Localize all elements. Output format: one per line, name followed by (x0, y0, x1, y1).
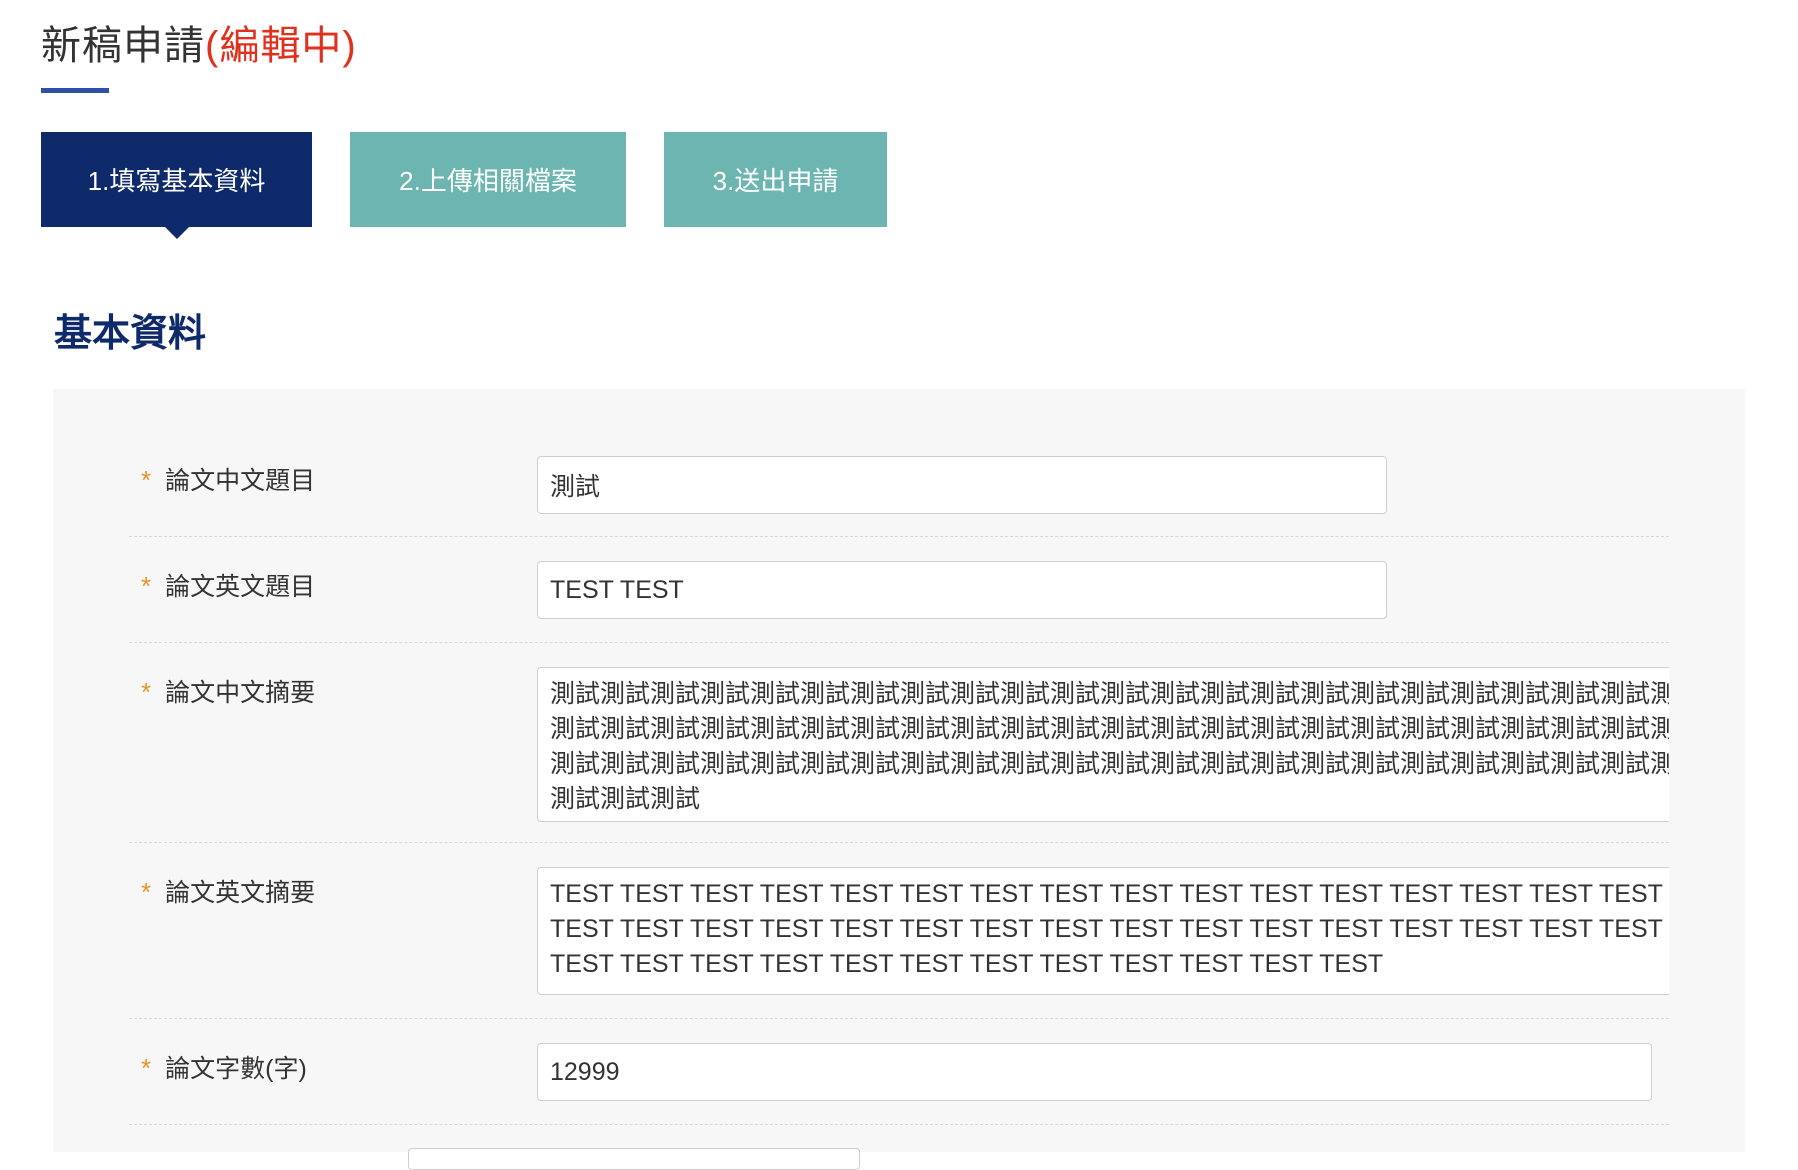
section-heading: 基本資料 (54, 313, 207, 355)
field-label-text: 論文字數(字) (165, 1055, 307, 1083)
step-tab-label: 1.填寫基本資料 (87, 166, 266, 196)
required-asterisk-icon: * (141, 677, 152, 707)
form-row-english-title: * 論文英文題目 (129, 536, 1669, 643)
required-asterisk-icon: * (141, 1053, 152, 1083)
textarea-text: TEST TEST TEST TEST TEST TEST TEST TEST … (550, 880, 1669, 978)
form-panel: * 論文中文題目 * 論文英文題目 * 論文中文摘要 測試測試測試測試測試測試測試測試… (53, 389, 1745, 1152)
form-row-word-count: * 論文字數(字) (129, 1018, 1669, 1125)
english-abstract-textarea[interactable]: TEST TEST TEST TEST TEST TEST TEST TEST … (537, 867, 1669, 995)
step-tab-label: 3.送出申請 (712, 166, 839, 196)
page: 新稿申請(編輯中) 1.填寫基本資料 2.上傳相關檔案 3.送出申請 基本資料 … (0, 0, 1798, 1170)
word-count-input[interactable] (537, 1043, 1652, 1101)
page-title: 新稿申請(編輯中) (41, 18, 357, 74)
step-tab-basic-info[interactable]: 1.填寫基本資料 (41, 132, 312, 239)
field-label: * 論文英文題目 (141, 571, 315, 602)
field-label-text: 論文中文摘要 (165, 679, 316, 707)
page-title-text: 新稿申請 (41, 24, 205, 68)
required-asterisk-icon: * (141, 877, 152, 907)
form-row-english-abstract: * 論文英文摘要 TEST TEST TEST TEST TEST TEST TE… (129, 842, 1669, 1019)
required-asterisk-icon: * (141, 465, 152, 495)
field-label-text: 論文英文題目 (165, 573, 316, 601)
title-underline (41, 88, 109, 93)
english-title-input[interactable] (537, 561, 1387, 619)
field-label-text: 論文英文摘要 (165, 879, 316, 907)
form-row-chinese-title: * 論文中文題目 (129, 389, 1669, 537)
required-asterisk-icon: * (141, 571, 152, 601)
step-tab-submit[interactable]: 3.送出申請 (664, 132, 887, 227)
field-label: * 論文字數(字) (141, 1053, 307, 1084)
chinese-title-input[interactable] (537, 456, 1387, 514)
edit-status: (編輯中) (205, 24, 357, 68)
step-tab-label: 2.上傳相關檔案 (399, 166, 577, 196)
form-row-chinese-abstract: * 論文中文摘要 測試測試測試測試測試測試測試測試測試測試測試測試測試測試測試測試… (129, 642, 1669, 843)
step-tab-upload-files[interactable]: 2.上傳相關檔案 (350, 132, 626, 227)
chinese-abstract-textarea[interactable]: 測試測試測試測試測試測試測試測試測試測試測試測試測試測試測試測試測試測試測試測試… (537, 667, 1669, 822)
field-label: * 論文中文摘要 (141, 677, 315, 708)
field-label: * 論文中文題目 (141, 465, 315, 496)
next-field-input[interactable] (408, 1148, 860, 1170)
field-label-text: 論文中文題目 (165, 467, 316, 495)
field-label: * 論文英文摘要 (141, 877, 315, 908)
textarea-text: 測試測試測試測試測試測試測試測試測試測試測試測試測試測試測試測試測試測試測試測試… (550, 680, 1669, 813)
